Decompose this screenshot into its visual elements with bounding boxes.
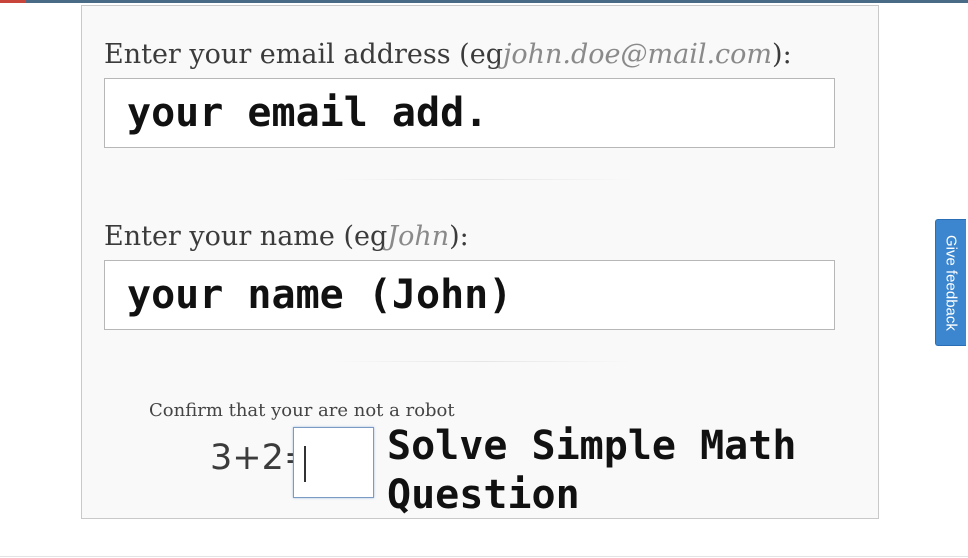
name-label: Enter your name (egJohn): — [104, 221, 469, 252]
top-strip-accent — [0, 0, 26, 3]
captcha-label: Confirm that your are not a robot — [149, 400, 455, 421]
captcha-hint: Solve Simple Math Question — [387, 423, 797, 518]
email-field[interactable] — [104, 78, 835, 148]
email-label-example: john.doe@mail.com — [502, 39, 773, 70]
name-field[interactable] — [104, 260, 835, 330]
separator — [332, 361, 632, 362]
name-label-suffix: ): — [449, 221, 469, 252]
name-label-prefix: Enter your name (eg — [104, 221, 388, 252]
give-feedback-button[interactable]: Give feedback — [935, 219, 966, 346]
email-label-prefix: Enter your email address (eg — [104, 39, 503, 70]
text-caret — [304, 446, 306, 482]
email-label: Enter your email address (egjohn.doe@mai… — [104, 39, 792, 70]
bottom-divider — [0, 556, 968, 557]
email-label-suffix: ): — [772, 39, 792, 70]
separator — [332, 179, 632, 180]
give-feedback-label: Give feedback — [942, 234, 960, 331]
top-strip — [0, 0, 968, 3]
signup-form-card: Enter your email address (egjohn.doe@mai… — [81, 5, 879, 519]
name-label-example: John — [387, 221, 450, 252]
